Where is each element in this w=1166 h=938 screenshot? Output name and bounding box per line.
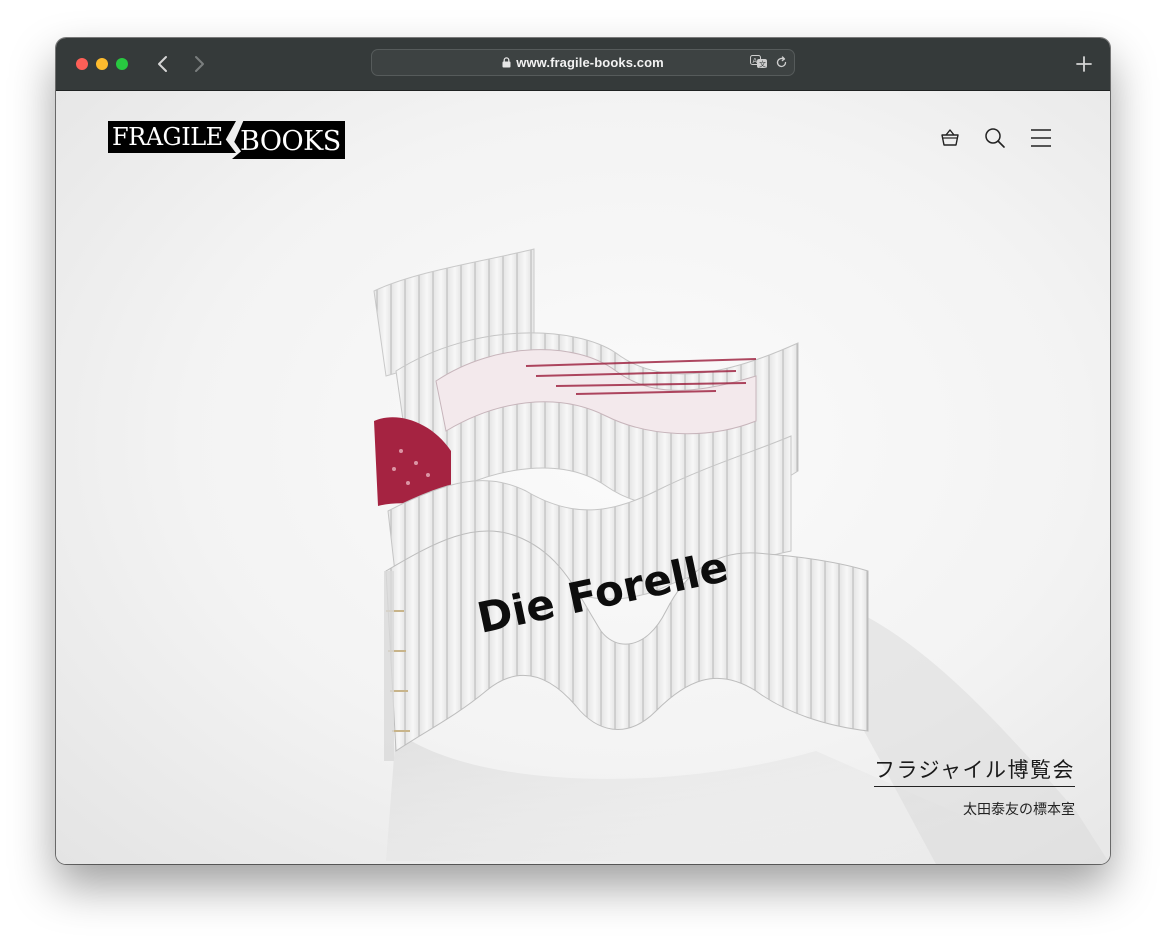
lock-icon [502,57,511,68]
url-text: www.fragile-books.com [516,55,664,70]
chevron-right-icon [195,56,204,72]
search-icon[interactable] [984,127,1006,149]
caption-subtitle: 太田泰友の標本室 [963,802,1075,818]
hero-caption[interactable]: フラジャイル博覧会 太田泰友の標本室 [873,754,1075,819]
caption-title[interactable]: フラジャイル博覧会 [873,754,1075,787]
zoom-window-button[interactable] [116,58,128,70]
browser-window: www.fragile-books.com A 文 Die Forelle FR… [56,38,1110,864]
chevron-left-icon [158,56,167,72]
close-window-button[interactable] [76,58,88,70]
browser-titlebar: www.fragile-books.com A 文 [56,38,1110,91]
back-button[interactable] [151,52,175,76]
svg-text:文: 文 [759,60,766,69]
svg-text:A: A [753,57,758,65]
logo-text-fragile: FRAGILE [108,121,236,153]
plus-icon[interactable] [1074,54,1094,74]
menu-icon[interactable] [1030,127,1052,149]
hero-book-image: Die Forelle [373,248,1110,864]
translate-icon[interactable]: A 文 [750,55,768,69]
site-logo[interactable]: FRAGILE BOOKS [108,119,346,163]
page-viewport: Die Forelle FRAGILE BOOKS フラジャイル博覧会 太田泰友… [56,91,1110,864]
logo-text-books: BOOKS [232,121,345,159]
basket-icon[interactable] [939,127,961,149]
forward-button[interactable] [187,52,211,76]
reload-icon[interactable] [775,56,788,69]
address-bar[interactable]: www.fragile-books.com A 文 [371,49,795,76]
minimize-window-button[interactable] [96,58,108,70]
